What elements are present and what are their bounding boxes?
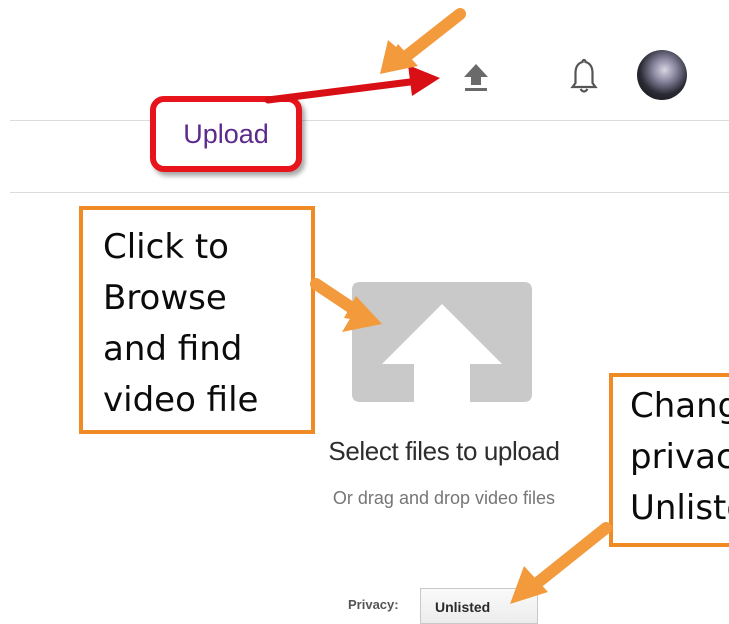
privacy-select[interactable]: Unlisted [420,588,538,624]
browse-callout-line: video file [103,380,259,420]
content-divider [10,192,729,193]
browse-callout-line: Click to [103,227,229,267]
upload-icon[interactable] [459,60,493,94]
browse-callout-line: Browse [103,278,227,318]
bell-icon[interactable] [566,56,602,96]
browse-callout: Click to Browse and find video file [79,206,315,434]
privacy-callout: Chang privac Unliste [609,373,729,547]
drag-drop-hint: Or drag and drop video files [332,488,556,508]
avatar[interactable] [637,50,687,100]
header-divider [10,120,729,121]
privacy-callout-line: Unliste [630,488,729,528]
upload-graphic-icon[interactable] [352,282,532,402]
red-arrow [264,65,440,104]
privacy-label: Privacy: [348,597,399,612]
privacy-callout-line: Chang [630,386,729,426]
upload-callout-label: Upload [183,118,269,149]
privacy-callout-line: privac [630,437,729,477]
select-files-title: Select files to upload [328,436,560,466]
orange-arrow-top [380,8,466,74]
privacy-select-value: Unlisted [435,599,491,615]
browse-callout-line: and find [103,329,243,369]
upload-callout[interactable]: Upload [150,96,302,172]
